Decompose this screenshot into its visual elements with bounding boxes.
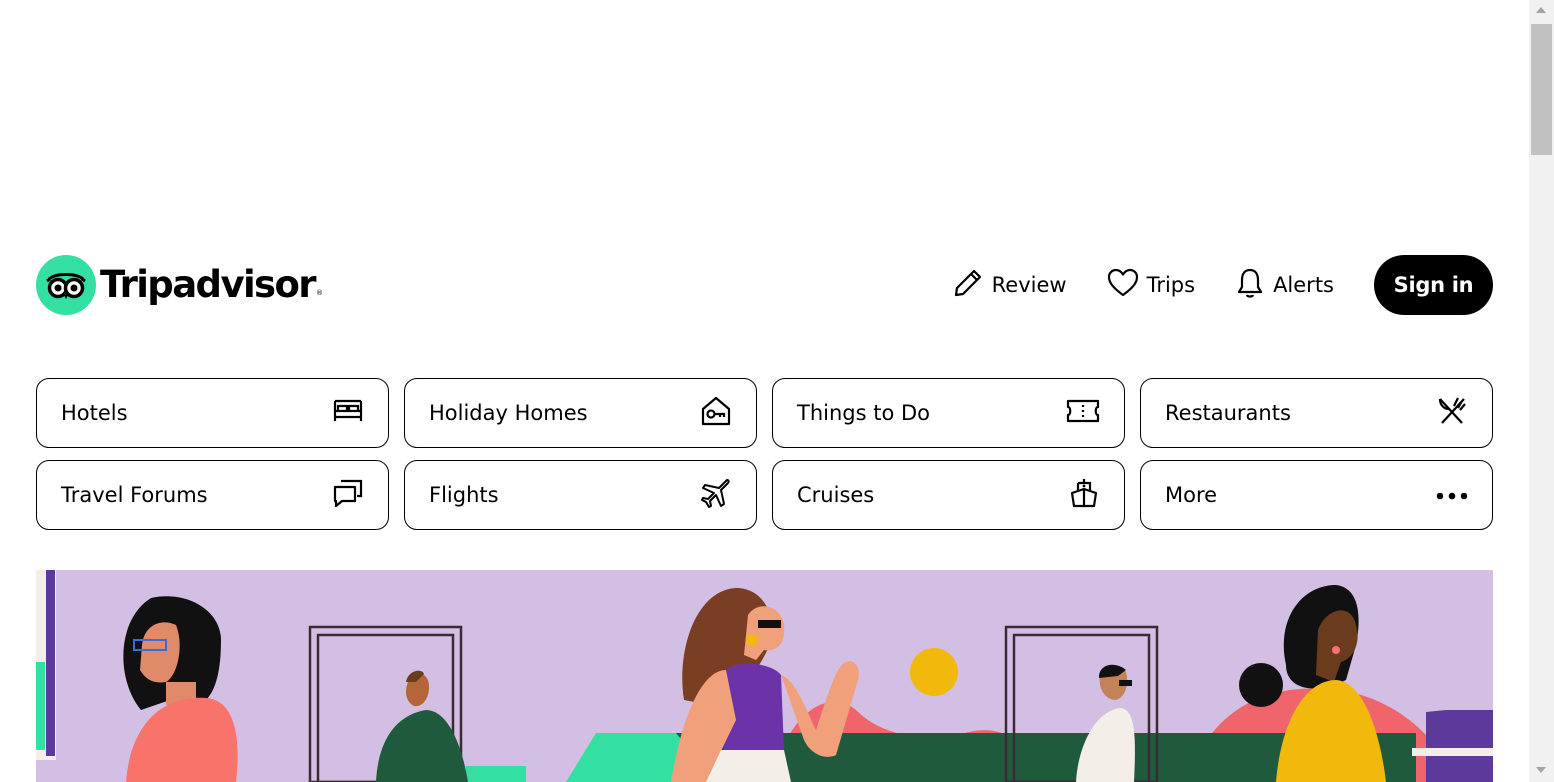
heart-icon <box>1107 268 1147 303</box>
bell-icon <box>1235 267 1273 304</box>
tile-label: Things to Do <box>797 401 931 425</box>
tile-restaurants[interactable]: Restaurants <box>1140 378 1493 448</box>
tile-flights[interactable]: Flights <box>404 460 757 530</box>
more-dots-icon <box>1436 486 1468 505</box>
alerts-link[interactable]: Alerts <box>1235 267 1334 304</box>
people-walking-illustration <box>36 570 1493 782</box>
tile-label: Travel Forums <box>61 483 208 507</box>
trips-link[interactable]: Trips <box>1107 268 1195 303</box>
owl-logo-icon <box>36 255 96 315</box>
tile-label: Holiday Homes <box>429 401 588 425</box>
hero-banner-illustration <box>36 570 1493 782</box>
sign-in-button[interactable]: Sign in <box>1374 255 1493 315</box>
tile-hotels[interactable]: Hotels <box>36 378 389 448</box>
site-header: Tripadvisor ® Review Trips Alerts Sign i… <box>36 254 1493 316</box>
house-key-icon <box>700 395 732 431</box>
review-label: Review <box>991 273 1067 297</box>
tile-cruises[interactable]: Cruises <box>772 460 1125 530</box>
pencil-icon <box>952 267 992 304</box>
plane-icon <box>700 477 732 513</box>
tile-things-to-do[interactable]: Things to Do <box>772 378 1125 448</box>
tile-travel-forums[interactable]: Travel Forums <box>36 460 389 530</box>
bed-icon <box>332 397 364 429</box>
tile-label: Flights <box>429 483 499 507</box>
header-nav: Review Trips Alerts Sign in <box>952 254 1493 316</box>
tile-holiday-homes[interactable]: Holiday Homes <box>404 378 757 448</box>
logo-wordmark: Tripadvisor <box>100 263 317 306</box>
review-link[interactable]: Review <box>952 267 1067 304</box>
scrollbar-thumb[interactable] <box>1531 24 1552 155</box>
scroll-up-arrow-icon[interactable] <box>1536 7 1546 13</box>
ship-icon <box>1068 477 1100 513</box>
tripadvisor-logo[interactable]: Tripadvisor ® <box>36 255 323 315</box>
fork-knife-icon <box>1436 395 1468 431</box>
chat-bubbles-icon <box>332 477 364 513</box>
alerts-label: Alerts <box>1273 273 1334 297</box>
tile-label: More <box>1165 483 1218 507</box>
category-grid: Hotels Holiday Homes Things to Do Restau… <box>36 378 1493 530</box>
scroll-down-arrow-icon[interactable] <box>1536 767 1546 773</box>
tile-label: Restaurants <box>1165 401 1291 425</box>
ticket-icon <box>1066 398 1100 428</box>
trips-label: Trips <box>1146 273 1196 297</box>
tile-label: Hotels <box>61 401 128 425</box>
logo-registered-mark: ® <box>315 289 323 297</box>
tile-more[interactable]: More <box>1140 460 1493 530</box>
tile-label: Cruises <box>797 483 875 507</box>
